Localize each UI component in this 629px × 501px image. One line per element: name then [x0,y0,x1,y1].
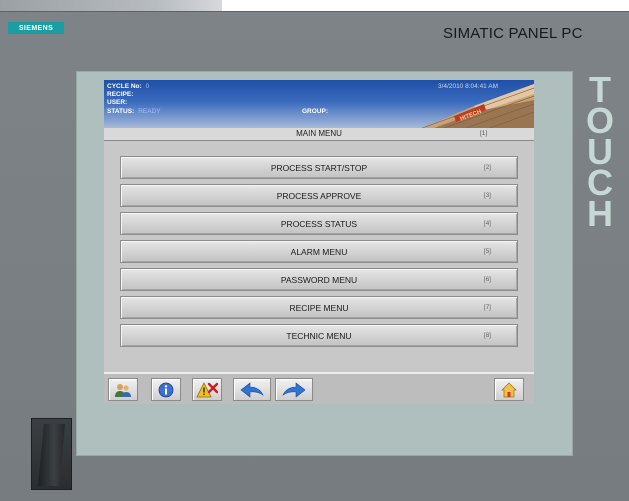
menu-title-bar: MAIN MENU [1] [104,128,534,141]
users-icon [115,383,131,397]
cycle-label: CYCLE No: [107,83,142,90]
alarm-clear-button[interactable] [192,378,222,401]
menu-item-label: RECIPE MENU [289,303,349,313]
hmi-screen: CYCLE No: 0 RECIPE: USER: STATUS: READY GR… [104,80,534,404]
cycle-value: 0 [145,83,150,90]
home-button[interactable] [494,378,524,401]
menu-title-key: [1] [480,130,488,137]
siemens-logo: SIEMENS [8,22,64,34]
alarm-menu-button[interactable]: ALARM MENU [5] [120,240,518,263]
menu-item-key: [3] [483,192,491,199]
menu-item-label: PROCESS START/STOP [270,163,368,173]
group-label: GROUP: [302,108,328,115]
back-button[interactable] [233,378,271,401]
menu-list: PROCESS START/STOP [2] PROCESS APPROVE [… [104,142,534,372]
info-button[interactable] [151,378,181,401]
process-start-stop-button[interactable]: PROCESS START/STOP [2] [120,156,518,179]
touch-letter: H [587,193,613,234]
device-model-label: SIMATIC PANEL PC [443,25,583,42]
menu-item-label: PASSWORD MENU [280,275,358,285]
process-status-button[interactable]: PROCESS STATUS [4] [120,212,518,235]
physical-key-slot [31,418,72,490]
menu-item-key: [5] [483,248,491,255]
password-menu-button[interactable]: PASSWORD MENU [6] [120,268,518,291]
menu-item-key: [4] [483,220,491,227]
recipe-menu-button[interactable]: RECIPE MENU [7] [120,296,518,319]
recipe-label: RECIPE: [107,91,134,98]
touch-label: TOUCH [578,72,622,234]
forward-button[interactable] [275,378,313,401]
process-approve-button[interactable]: PROCESS APPROVE [3] [120,184,518,207]
menu-title: MAIN MENU [296,129,342,138]
bottom-toolbar [104,372,534,404]
technic-menu-button[interactable]: TECHNIC MENU [8] [120,324,518,347]
cycle-row: CYCLE No: 0 [107,83,149,90]
menu-item-key: [2] [483,164,491,171]
user-row: USER: [107,99,127,106]
status-label: STATUS: [107,108,135,115]
forward-arrow-icon [282,381,306,398]
status-row: STATUS: READY [107,108,161,115]
menu-item-label: PROCESS APPROVE [276,191,362,201]
menu-item-key: [6] [483,276,491,283]
users-button[interactable] [108,378,138,401]
info-icon [158,382,174,397]
menu-item-key: [7] [483,304,491,311]
menu-item-label: TECHNIC MENU [286,331,352,341]
menu-item-label: ALARM MENU [290,247,348,257]
status-header: CYCLE No: 0 RECIPE: USER: STATUS: READY GR… [104,80,534,128]
alarm-clear-icon [196,381,218,397]
back-arrow-icon [240,381,264,398]
status-value: READY [138,108,161,115]
user-label: USER: [107,99,128,106]
recipe-row: RECIPE: [107,91,133,98]
menu-item-label: PROCESS STATUS [280,219,358,229]
menu-item-key: [8] [483,332,491,339]
building-image: HITECH [421,84,534,128]
home-icon [501,382,517,397]
